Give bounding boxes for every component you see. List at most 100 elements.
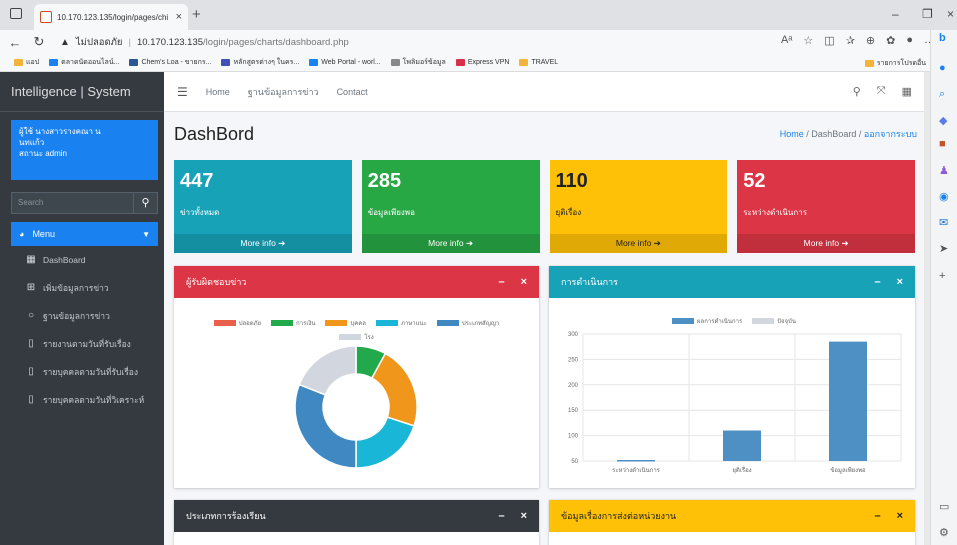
browser-tab-bar: 10.170.123.135/login/pages/chi × + – ❐ × (0, 0, 957, 30)
top-navbar: ☰ Home ฐานข้อมูลการข่าว Contact ⚲ ⤧ ▦ (164, 72, 930, 112)
collections-icon[interactable]: ⊕ (866, 34, 875, 47)
new-tab-icon[interactable]: + (192, 6, 201, 23)
stat-box-total-news: 447 ข่าวทั้งหมด More info ➔ (174, 160, 352, 253)
brand-title[interactable]: Intelligence | System (0, 72, 164, 112)
reload-icon[interactable]: ↻ (30, 34, 48, 50)
back-icon[interactable]: ← (6, 35, 24, 50)
collapse-icon[interactable]: – (874, 276, 880, 288)
menu-toggle[interactable]: ◕ Menu ▼ (11, 222, 158, 246)
apps-grid-icon[interactable]: ▦ (902, 85, 912, 98)
send-icon[interactable]: ➤ (939, 242, 948, 255)
card-title: ข้อมูลเรื่องการส่งต่อหน่วยงาน (561, 511, 677, 521)
bookmark-item[interactable]: TRAVEL (519, 59, 558, 66)
nav-contact[interactable]: Contact (337, 87, 368, 97)
bar[interactable] (723, 430, 761, 461)
more-info-link[interactable]: More info ➔ (549, 234, 728, 253)
remove-icon[interactable]: × (521, 276, 527, 288)
sidebar-item-add-news[interactable]: ⊞ เพิ่มข้อมูลการข่าว (0, 274, 164, 302)
bookmark-item[interactable]: หลักสูตรต่างๆ ในคร... (221, 57, 299, 68)
outlook-icon[interactable]: ✉ (939, 216, 948, 229)
settings-gear-icon[interactable]: ⚙ (939, 526, 949, 539)
tools-icon[interactable]: ■ (939, 138, 946, 150)
bookmark-icon (519, 59, 529, 66)
sidebar-item-label: รายบุคคลตามวันที่รับเรื่อง (43, 367, 139, 377)
stat-boxes: 447 ข่าวทั้งหมด More info ➔ 285 ข้อมูลเพ… (174, 160, 915, 253)
bookmark-icon (309, 59, 319, 66)
remove-icon[interactable]: × (897, 276, 903, 288)
sidebar-item-report-by-date[interactable]: ▯ รายงานตามวันที่รับเรื่อง (0, 330, 164, 358)
stat-label: ระหว่างดำเนินการ (743, 208, 807, 217)
fullscreen-icon[interactable]: ⤧ (877, 85, 886, 98)
sidebar-item-person-by-analysis[interactable]: ▯ รายบุคคลตามวันที่วิเคราะห์ (0, 386, 164, 414)
tab-close-icon[interactable]: × (176, 11, 182, 23)
user-name-line2: นทแก้ว (19, 138, 45, 147)
bar-chart: 50 100 150 200 250 300 ระหว่างดำเนินการ ยุติเรื… (568, 332, 902, 474)
address-warning: ไม่ปลอดภัย (75, 36, 123, 48)
other-favorites[interactable]: รายการโปรดอื่น (864, 58, 926, 69)
x-tick-label: ระหว่างดำเนินการ (612, 467, 661, 474)
extensions-icon[interactable]: ✿ (886, 34, 895, 47)
breadcrumb-home[interactable]: Home (780, 129, 804, 139)
hamburger-icon[interactable]: ☰ (177, 85, 188, 99)
sidebar-item-news-database[interactable]: ○ ฐานข้อมูลการข่าว (0, 302, 164, 330)
remove-icon[interactable]: × (897, 510, 903, 522)
bar[interactable] (617, 459, 655, 462)
split-screen-icon[interactable]: ◫ (824, 34, 834, 47)
nav-home[interactable]: Home (206, 87, 230, 97)
favorites-icon[interactable]: ✰ (846, 34, 855, 47)
address-host: 10.170.123.135 (136, 36, 204, 48)
stat-label: ยุติเรื่อง (555, 208, 582, 217)
tag-icon[interactable]: ◆ (939, 114, 947, 127)
bookmark-item[interactable]: ตลาดนัดออนไลน์... (49, 57, 119, 68)
discover-icon[interactable]: ⌕ (939, 88, 945, 101)
minimize-icon[interactable]: – (892, 7, 899, 21)
nav-news-database[interactable]: ฐานข้อมูลการข่าว (248, 85, 319, 99)
bookmark-item[interactable]: แอป (14, 57, 39, 68)
search-icon[interactable]: ⚲ (134, 192, 158, 214)
bookmark-item[interactable]: โพลิมอร์ข้อมูล (390, 57, 446, 68)
donut-slice[interactable] (298, 345, 357, 396)
read-aloud-icon[interactable]: Aᵃ (781, 34, 792, 47)
sidebar-search-input[interactable]: Search (11, 192, 134, 214)
office-icon[interactable]: ◉ (939, 190, 949, 203)
donut-slice[interactable] (294, 383, 357, 469)
address-bar[interactable]: ▲ ไม่ปลอดภัย | 10.170.123.135/login/page… (60, 35, 660, 50)
bookmark-label: โพลิมอร์ข้อมูล (402, 59, 446, 66)
collapse-icon[interactable]: – (874, 510, 880, 522)
window-close-icon[interactable]: × (947, 7, 954, 21)
page-scrollbar[interactable] (924, 72, 930, 545)
tab-actions-icon[interactable] (10, 8, 22, 19)
bar[interactable] (829, 341, 867, 461)
sidebar-layout-icon[interactable]: ▭ (939, 500, 949, 513)
bookmark-item[interactable]: Express VPN (455, 59, 509, 66)
bookmark-item[interactable]: Web Portal - worl... (309, 59, 381, 66)
maximize-icon[interactable]: ❐ (922, 7, 933, 21)
sidebar-item-person-by-date[interactable]: ▯ รายบุคคลตามวันที่รับเรื่อง (0, 358, 164, 386)
more-info-link[interactable]: More info ➔ (174, 234, 352, 253)
more-info-label: More info (803, 238, 840, 248)
games-icon[interactable]: ♟ (939, 164, 949, 177)
bookmark-item[interactable]: Chem's Loa - ขายกร... (129, 57, 211, 68)
favorite-star-icon[interactable]: ☆ (803, 34, 813, 47)
donut-slice[interactable] (355, 416, 415, 469)
add-side-icon[interactable]: + (939, 270, 945, 282)
more-info-link[interactable]: More info ➔ (737, 234, 915, 253)
search-icon[interactable]: ⚲ (853, 85, 861, 98)
collapse-icon[interactable]: – (498, 510, 504, 522)
collapse-icon[interactable]: – (498, 276, 504, 288)
remove-icon[interactable]: × (521, 510, 527, 522)
y-tick-label: 100 (568, 434, 579, 440)
browser-tab[interactable]: 10.170.123.135/login/pages/chi × (34, 4, 188, 30)
bookmark-label: หลักสูตรต่างๆ ในคร... (233, 59, 300, 66)
search-side-icon[interactable]: ● (939, 62, 946, 74)
sidebar-item-dashboard[interactable]: ▦ DashBoard (0, 246, 164, 274)
profile-icon[interactable]: ● (906, 34, 913, 47)
tab-title: 10.170.123.135/login/pages/chi (57, 12, 169, 22)
donut-slice[interactable] (370, 352, 418, 427)
bookmark-icon (455, 59, 465, 66)
more-info-link[interactable]: More info ➔ (361, 234, 540, 253)
logout-link[interactable]: ออกจากระบบ (864, 129, 917, 139)
sidebar-item-label: รายบุคคลตามวันที่วิเคราะห์ (43, 395, 145, 405)
copilot-icon[interactable]: b (939, 32, 946, 44)
main-content: ☰ Home ฐานข้อมูลการข่าว Contact ⚲ ⤧ ▦ Da… (164, 72, 930, 545)
